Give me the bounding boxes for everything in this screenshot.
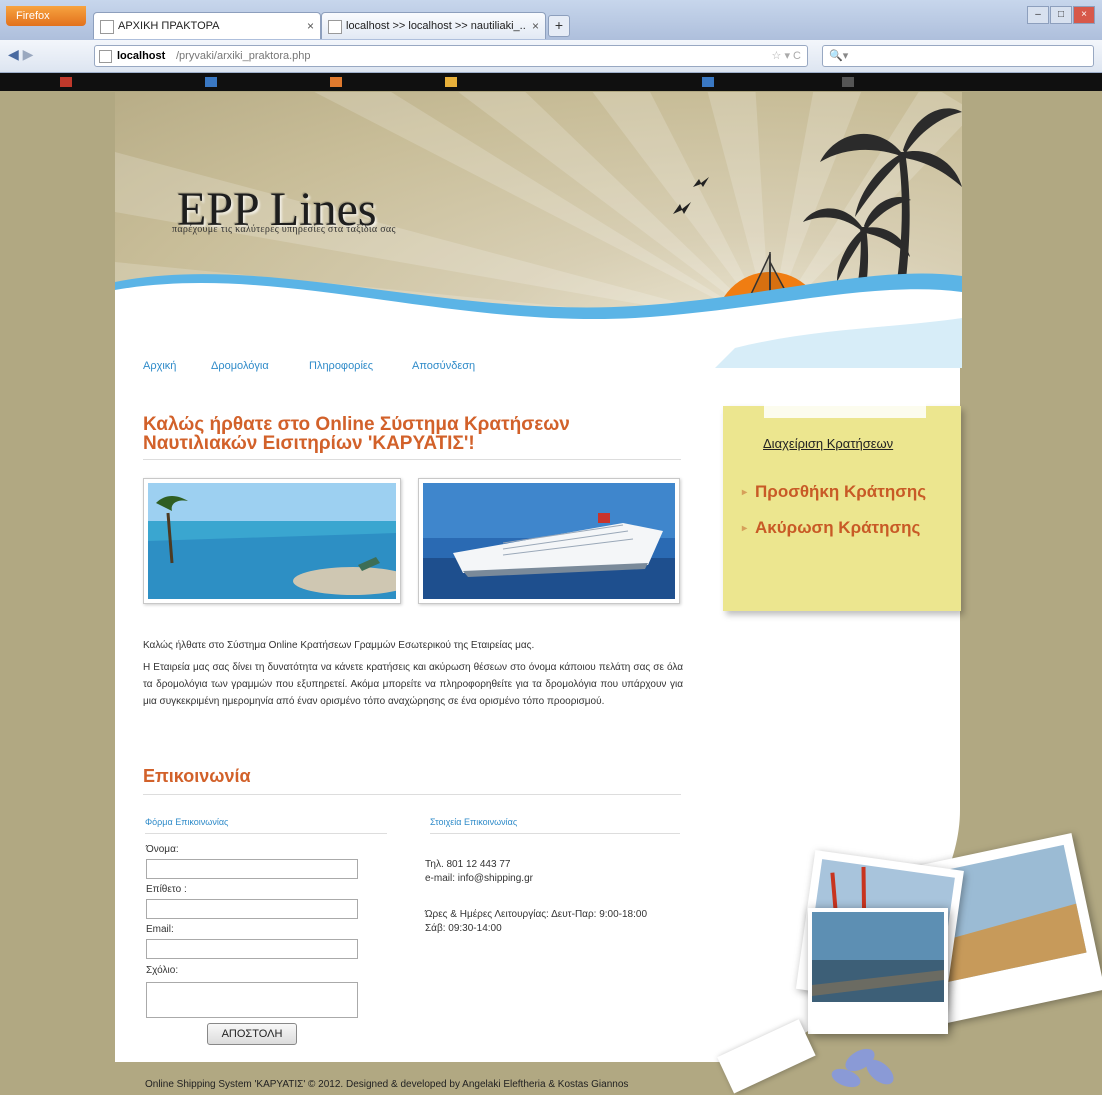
send-button[interactable]: ΑΠΟΣΤΟΛΗ [207, 1023, 297, 1045]
resort-pool-image [148, 483, 413, 599]
footer-text: Online Shipping System 'ΚΑΡΥΑΤΙΣ' © 2012… [145, 1079, 629, 1090]
comment-textarea[interactable] [146, 982, 358, 1018]
url-path: /pryvaki/arxiki_praktora.php [176, 50, 311, 62]
tab-localhost[interactable]: localhost >> localhost >> nautiliaki_...… [321, 12, 546, 39]
welcome-title: Καλώς ήρθατε στο Online Σύστημα Κρατήσεω… [143, 414, 570, 454]
new-tab-button[interactable]: + [548, 15, 570, 37]
bookmark-icon[interactable] [330, 77, 342, 87]
surname-field[interactable] [146, 899, 358, 919]
menu-item-routes[interactable]: Δρομολόγια [211, 360, 269, 372]
menu-item-home[interactable]: Αρχική [143, 360, 176, 372]
contact-phone: Τηλ. 801 12 443 77 [425, 859, 511, 870]
close-icon[interactable]: × [307, 13, 314, 39]
site-identity-icon[interactable] [99, 50, 112, 63]
divider [143, 794, 681, 795]
window-controls: – □ × [1026, 4, 1096, 24]
minimize-icon[interactable]: – [1027, 6, 1049, 24]
info-title: Στοιχεία Επικοινωνίας [430, 817, 518, 827]
menu-item-info[interactable]: Πληροφορίες [309, 360, 373, 372]
email-label: Email: [146, 924, 174, 935]
bookmark-icon[interactable] [60, 77, 72, 87]
opening-hours: Ώρες & Ημέρες Λειτουργίας: Δευτ-Παρ: 9:0… [425, 909, 648, 920]
maximize-icon[interactable]: □ [1050, 6, 1072, 24]
wave-decoration [115, 273, 962, 368]
menu-item-logout[interactable]: Αποσύνδεση [412, 360, 475, 372]
sidebar-heading[interactable]: Διαχείριση Κρατήσεων [763, 436, 893, 451]
resort-pool-photo [143, 478, 413, 604]
bookmark-icon[interactable] [205, 77, 217, 87]
browser-tabbar: Firefox ΑΡΧΙΚΗ ΠΡΑΚΤΟΡΑ × localhost >> l… [0, 0, 1102, 40]
bookmarks-toolbar [0, 73, 1102, 91]
cruise-ship-photo [418, 478, 680, 604]
cruise-ship-image [423, 483, 675, 599]
forward-arrow-icon[interactable]: ▶ [23, 46, 34, 62]
sidebar-item-label: Ακύρωση Κράτησης [755, 518, 921, 537]
photo-stack-decoration [717, 810, 1102, 1095]
search-bar[interactable]: 🔍▾ [822, 45, 1094, 67]
surname-label: Επίθετο : [146, 884, 187, 895]
contact-email: e-mail: info@shipping.gr [425, 873, 533, 884]
page-icon [100, 20, 114, 34]
divider [430, 833, 680, 834]
url-bar[interactable]: localhost /pryvaki/arxiki_praktora.php ☆… [94, 45, 808, 67]
divider [145, 833, 387, 834]
firefox-menu-button[interactable]: Firefox [6, 6, 86, 26]
tab-title: ΑΡΧΙΚΗ ΠΡΑΚΤΟΡΑ [118, 20, 220, 32]
sidebar-item-label: Προσθήκη Κράτησης [755, 482, 927, 501]
tape-decoration [764, 396, 926, 418]
back-forward-buttons[interactable]: ◀ ▶ [8, 46, 68, 66]
email-field[interactable] [146, 939, 358, 959]
form-title: Φόρμα Επικοινωνίας [145, 817, 229, 827]
saturday-hours: Σάβ: 09:30-14:00 [425, 923, 502, 934]
page-icon [328, 20, 342, 34]
bookmark-icon[interactable] [445, 77, 457, 87]
url-host: localhost [117, 50, 166, 62]
contact-title: Επικοινωνία [143, 766, 251, 786]
tab-title: localhost >> localhost >> nautiliaki_... [346, 20, 525, 32]
name-label: Όνομα: [146, 844, 179, 855]
close-window-icon[interactable]: × [1073, 6, 1095, 24]
bookmark-icon[interactable] [842, 77, 854, 87]
bookmark-star-icon[interactable]: ☆ ▾ C [772, 46, 801, 66]
intro-text: Καλώς ήλθατε στο Σύστημα Online Κρατήσεω… [143, 637, 683, 715]
site-tagline: παρέχουμε τις καλύτερες υπηρεσίες στα τα… [172, 224, 396, 235]
sidebar-item-cancel-reservation[interactable]: ▸ Ακύρωση Κράτησης [742, 518, 920, 538]
comment-label: Σχόλιο: [146, 965, 179, 976]
bookmark-icon[interactable] [702, 77, 714, 87]
search-engine-icon[interactable]: 🔍▾ [829, 50, 848, 62]
bullet-arrow-icon: ▸ [742, 487, 748, 499]
back-arrow-icon[interactable]: ◀ [8, 46, 19, 62]
intro-paragraph: Καλώς ήλθατε στο Σύστημα Online Κρατήσεω… [143, 640, 535, 651]
name-field[interactable] [146, 859, 358, 879]
bullet-arrow-icon: ▸ [742, 523, 748, 535]
tab-arxiki-praktora[interactable]: ΑΡΧΙΚΗ ΠΡΑΚΤΟΡΑ × [93, 12, 321, 39]
browser-navbar: ◀ ▶ localhost /pryvaki/arxiki_praktora.p… [0, 40, 1102, 73]
close-icon[interactable]: × [532, 13, 539, 39]
intro-paragraph: Η Εταιρεία μας σας δίνει τη δυνατότητα ν… [143, 662, 683, 707]
sidebar-item-add-reservation[interactable]: ▸ Προσθήκη Κράτησης [742, 482, 926, 502]
divider [143, 459, 681, 460]
